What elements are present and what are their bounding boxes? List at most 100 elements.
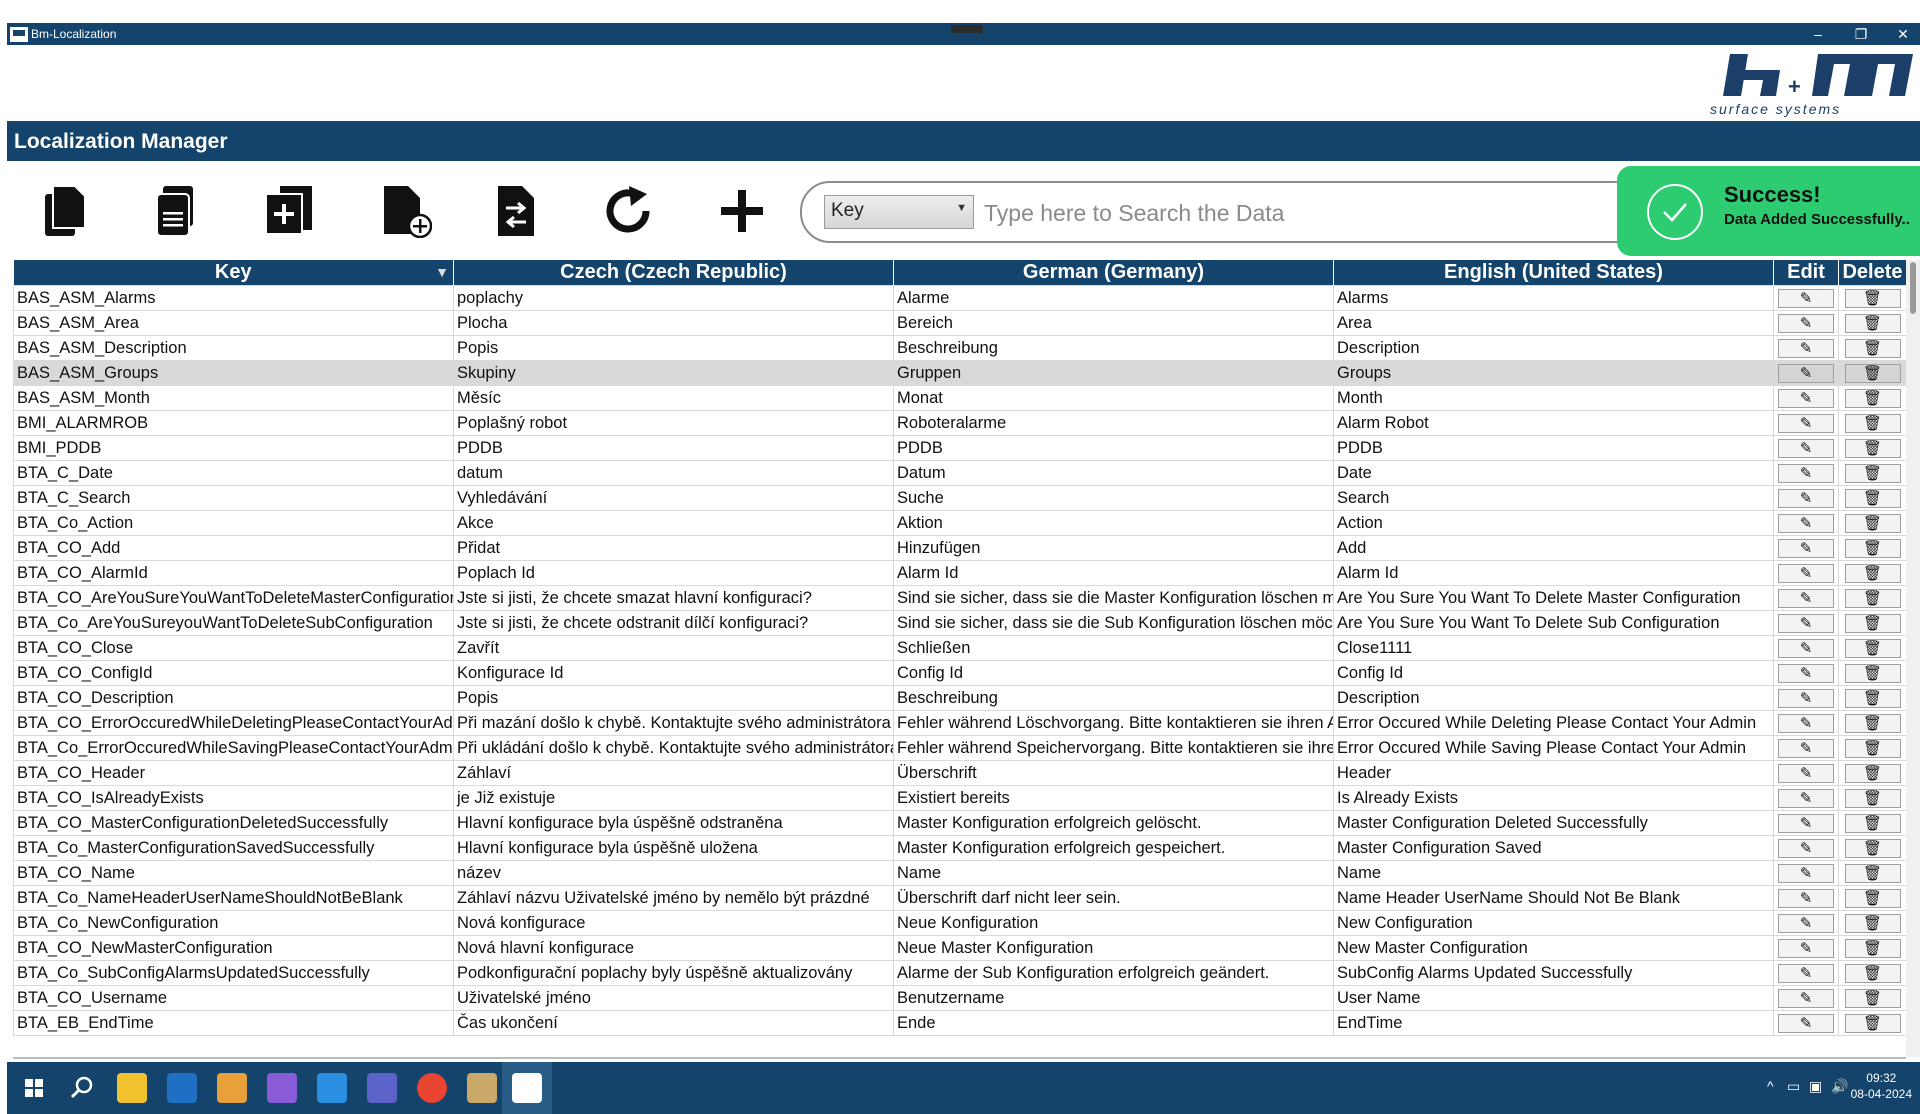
edit-icon[interactable]: ✎ bbox=[1778, 613, 1834, 633]
tray-volume-icon[interactable]: 🔊 bbox=[1831, 1078, 1848, 1095]
edit-icon[interactable]: ✎ bbox=[1778, 538, 1834, 558]
table-row[interactable]: BTA_CO_Header Záhlaví Überschrift Header ✎ 🗑 bbox=[13, 760, 1906, 786]
tray-battery-icon[interactable]: ▭ bbox=[1787, 1078, 1800, 1095]
edit-icon[interactable]: ✎ bbox=[1778, 363, 1834, 383]
table-row[interactable]: BTA_Co_MasterConfigurationSavedSuccessfu… bbox=[13, 835, 1906, 861]
cell-english[interactable]: SubConfig Alarms Updated Successfully bbox=[1333, 960, 1774, 986]
cell-english[interactable]: Groups bbox=[1333, 360, 1774, 386]
column-header-czech[interactable]: Czech (Czech Republic) bbox=[453, 260, 894, 286]
cell-english[interactable]: New Configuration bbox=[1333, 910, 1774, 936]
search-input[interactable] bbox=[982, 195, 1506, 231]
vertical-scrollbar[interactable] bbox=[1906, 260, 1920, 1057]
delete-icon[interactable]: 🗑 bbox=[1844, 613, 1901, 633]
cell-english[interactable]: Master Configuration Saved bbox=[1333, 835, 1774, 861]
cell-key[interactable]: BTA_CO_NewMasterConfiguration bbox=[13, 935, 454, 961]
cell-key[interactable]: BAS_ASM_Month bbox=[13, 385, 454, 411]
cell-german[interactable]: Beschreibung bbox=[893, 685, 1334, 711]
cell-german[interactable]: Schließen bbox=[893, 635, 1334, 661]
cell-key[interactable]: BTA_CO_MasterConfigurationDeletedSuccess… bbox=[13, 810, 454, 836]
edit-icon[interactable]: ✎ bbox=[1778, 788, 1834, 808]
cell-czech[interactable]: název bbox=[453, 860, 894, 886]
tray-chevron[interactable]: ^ bbox=[1767, 1078, 1774, 1094]
table-row[interactable]: BTA_CO_Name název Name Name ✎ 🗑 bbox=[13, 860, 1906, 886]
edit-icon[interactable]: ✎ bbox=[1778, 313, 1834, 333]
cell-key[interactable]: BAS_ASM_Alarms bbox=[13, 285, 454, 311]
cell-czech[interactable]: Hlavní konfigurace byla úspěšně uložena bbox=[453, 835, 894, 861]
delete-icon[interactable]: 🗑 bbox=[1844, 1013, 1901, 1033]
table-row[interactable]: BAS_ASM_Groups Skupiny Gruppen Groups ✎ 🗑 bbox=[13, 360, 1906, 386]
edit-icon[interactable]: ✎ bbox=[1778, 488, 1834, 508]
cell-english[interactable]: Search bbox=[1333, 485, 1774, 511]
table-row[interactable]: BTA_Co_Action Akce Aktion Action ✎ 🗑 bbox=[13, 510, 1906, 536]
cell-czech[interactable]: Zavřít bbox=[453, 635, 894, 661]
cell-key[interactable]: BTA_C_Search bbox=[13, 485, 454, 511]
cell-czech[interactable]: Popis bbox=[453, 335, 894, 361]
cell-english[interactable]: Header bbox=[1333, 760, 1774, 786]
vscode-icon[interactable] bbox=[317, 1073, 347, 1103]
table-row[interactable]: BTA_CO_NewMasterConfiguration Nová hlavní… bbox=[13, 935, 1906, 961]
cell-key[interactable]: BTA_CO_AreYouSureYouWantToDeleteMasterCo… bbox=[13, 585, 454, 611]
delete-icon[interactable]: 🗑 bbox=[1844, 363, 1901, 383]
delete-icon[interactable]: 🗑 bbox=[1844, 813, 1901, 833]
table-row[interactable]: BMI_ALARMROB Poplašný robot Roboteralarme A… bbox=[13, 410, 1906, 436]
cell-czech[interactable]: Uživatelské jméno bbox=[453, 985, 894, 1011]
table-row[interactable]: BTA_CO_AreYouSureYouWantToDeleteMasterCo… bbox=[13, 585, 1906, 611]
add-button[interactable] bbox=[712, 180, 772, 242]
titlebar-grip[interactable] bbox=[951, 25, 983, 33]
cell-key[interactable]: BAS_ASM_Groups bbox=[13, 360, 454, 386]
cell-german[interactable]: PDDB bbox=[893, 435, 1334, 461]
table-row[interactable]: BTA_CO_ErrorOccuredWhileDeletingPleaseCo… bbox=[13, 710, 1906, 736]
cell-czech[interactable]: je Již existuje bbox=[453, 785, 894, 811]
delete-icon[interactable]: 🗑 bbox=[1844, 438, 1901, 458]
column-header-key[interactable]: Key ▼ bbox=[13, 260, 454, 286]
delete-icon[interactable]: 🗑 bbox=[1844, 488, 1901, 508]
cell-key[interactable]: BTA_Co_NameHeaderUserNameShouldNotBeBlan… bbox=[13, 885, 454, 911]
cell-czech[interactable]: Vyhledávání bbox=[453, 485, 894, 511]
cell-english[interactable]: PDDB bbox=[1333, 435, 1774, 461]
edit-icon[interactable]: ✎ bbox=[1778, 963, 1834, 983]
cell-german[interactable]: Datum bbox=[893, 460, 1334, 486]
cell-german[interactable]: Monat bbox=[893, 385, 1334, 411]
bm-localization-icon[interactable] bbox=[512, 1073, 542, 1103]
cell-english[interactable]: Is Already Exists bbox=[1333, 785, 1774, 811]
cell-english[interactable]: Error Occured While Deleting Please Cont… bbox=[1333, 710, 1774, 736]
cell-english[interactable]: Are You Sure You Want To Delete Sub Conf… bbox=[1333, 610, 1774, 636]
cell-key[interactable]: BAS_ASM_Description bbox=[13, 335, 454, 361]
delete-icon[interactable]: 🗑 bbox=[1844, 513, 1901, 533]
edit-icon[interactable]: ✎ bbox=[1778, 863, 1834, 883]
edit-icon[interactable]: ✎ bbox=[1778, 1013, 1834, 1033]
taskbar-clock[interactable]: 09:32 08-04-2024 bbox=[1851, 1070, 1912, 1102]
delete-icon[interactable]: 🗑 bbox=[1844, 763, 1901, 783]
cell-german[interactable]: Alarme bbox=[893, 285, 1334, 311]
cell-english[interactable]: Month bbox=[1333, 385, 1774, 411]
cell-key[interactable]: BTA_CO_Add bbox=[13, 535, 454, 561]
cell-german[interactable]: Neue Konfiguration bbox=[893, 910, 1334, 936]
paint-icon[interactable] bbox=[467, 1073, 497, 1103]
table-row[interactable]: BTA_Co_AreYouSureyouWantToDeleteSubConfi… bbox=[13, 610, 1906, 636]
delete-icon[interactable]: 🗑 bbox=[1844, 888, 1901, 908]
cell-czech[interactable]: Popis bbox=[453, 685, 894, 711]
document-list-button[interactable] bbox=[147, 180, 207, 242]
table-row[interactable]: BAS_ASM_Alarms poplachy Alarme Alarms ✎ 🗑 bbox=[13, 285, 1906, 311]
cell-english[interactable]: User Name bbox=[1333, 985, 1774, 1011]
cell-czech[interactable]: poplachy bbox=[453, 285, 894, 311]
edit-icon[interactable]: ✎ bbox=[1778, 738, 1834, 758]
cell-key[interactable]: BMI_ALARMROB bbox=[13, 410, 454, 436]
cell-czech[interactable]: Poplach Id bbox=[453, 560, 894, 586]
edit-icon[interactable]: ✎ bbox=[1778, 413, 1834, 433]
delete-icon[interactable]: 🗑 bbox=[1844, 588, 1901, 608]
cell-key[interactable]: BAS_ASM_Area bbox=[13, 310, 454, 336]
table-row[interactable]: BTA_Co_ErrorOccuredWhileSavingPleaseCont… bbox=[13, 735, 1906, 761]
outlook-icon[interactable] bbox=[167, 1073, 197, 1103]
cell-czech[interactable]: Podkonfigurační poplachy byly úspěšně ak… bbox=[453, 960, 894, 986]
cell-czech[interactable]: Hlavní konfigurace byla úspěšně odstraně… bbox=[453, 810, 894, 836]
delete-icon[interactable]: 🗑 bbox=[1844, 638, 1901, 658]
cell-english[interactable]: Are You Sure You Want To Delete Master C… bbox=[1333, 585, 1774, 611]
delete-icon[interactable]: 🗑 bbox=[1844, 913, 1901, 933]
cell-english[interactable]: Alarm Robot bbox=[1333, 410, 1774, 436]
edit-icon[interactable]: ✎ bbox=[1778, 288, 1834, 308]
edit-icon[interactable]: ✎ bbox=[1778, 588, 1834, 608]
cell-key[interactable]: BTA_Co_ErrorOccuredWhileSavingPleaseCont… bbox=[13, 735, 454, 761]
visual-studio-icon[interactable] bbox=[267, 1073, 297, 1103]
edit-icon[interactable]: ✎ bbox=[1778, 563, 1834, 583]
